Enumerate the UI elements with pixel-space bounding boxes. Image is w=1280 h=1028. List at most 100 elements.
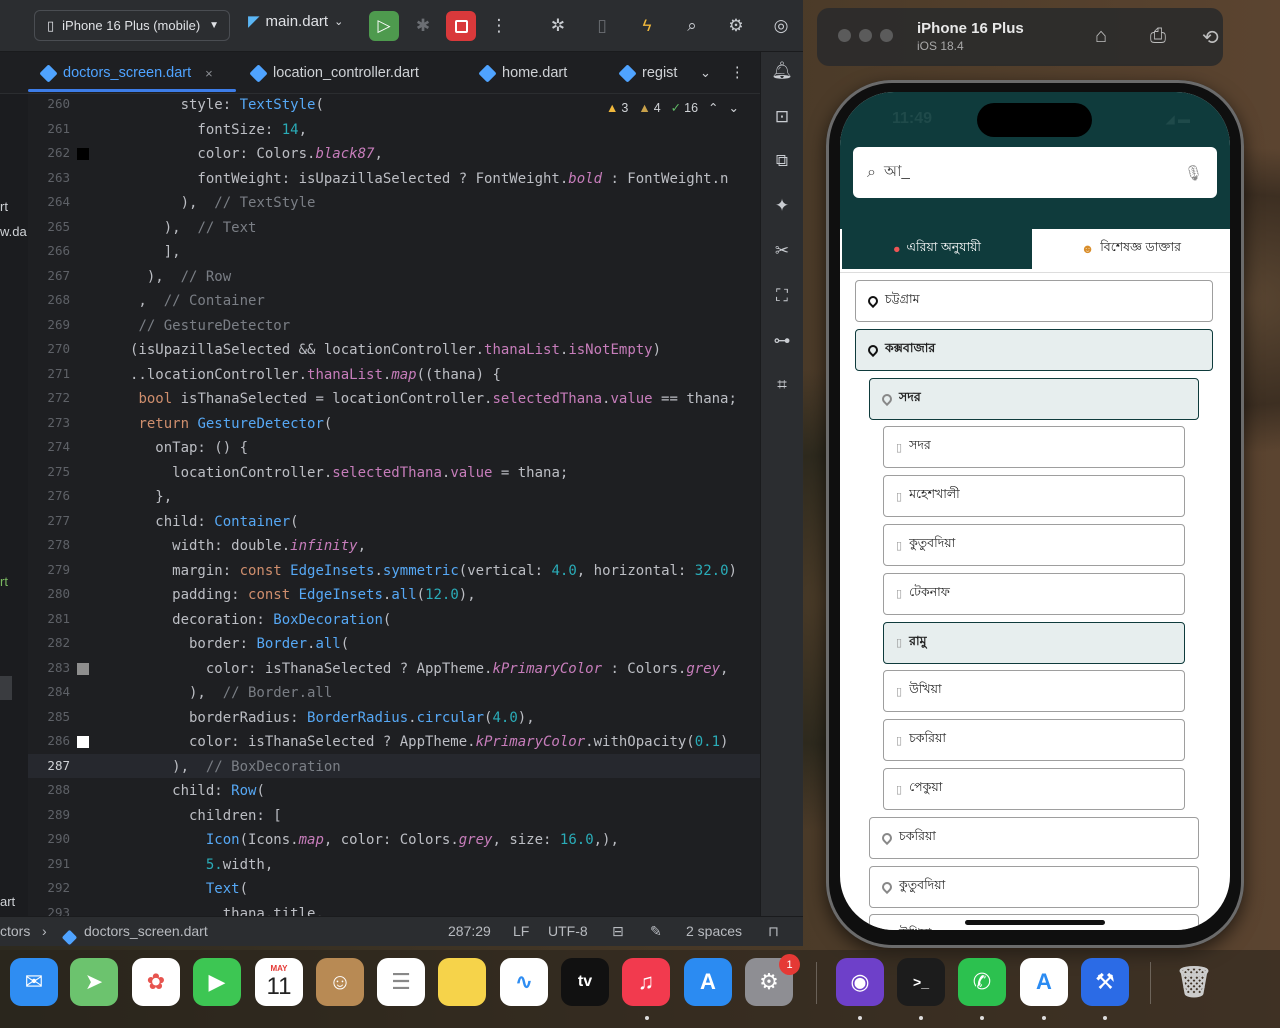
tools-icon[interactable]: ✂: [771, 240, 793, 262]
app-store-icon[interactable]: A: [684, 958, 732, 1006]
xcode-app-icon[interactable]: ⚒: [1081, 958, 1129, 1006]
color-swatch[interactable]: [77, 736, 89, 748]
code-line[interactable]: fontSize: 14,: [130, 121, 307, 145]
inspection-widget[interactable]: ▲ 3 ▲ 4 ✓ 16 ⌃ ⌄: [606, 100, 739, 116]
code-line[interactable]: (isUpazillaSelected && locationControlle…: [130, 341, 661, 365]
breadcrumb-file[interactable]: doctors_screen.dart: [84, 923, 208, 939]
code-editor[interactable]: style: TextStyle( fontSize: 14, color: C…: [130, 94, 760, 916]
mail-app-icon[interactable]: ✉: [10, 958, 58, 1006]
line-separator[interactable]: LF: [513, 923, 529, 939]
thana-item[interactable]: ▯ কুতুবদিয়া: [883, 524, 1185, 566]
tab-regist[interactable]: regist: [618, 52, 677, 94]
xcode-instruments-icon[interactable]: A: [1020, 958, 1068, 1006]
notes-app-icon[interactable]: [438, 958, 486, 1006]
code-line[interactable]: ..locationController.thanaList.map((than…: [130, 366, 501, 390]
window-zoom-button[interactable]: [880, 29, 893, 42]
link-icon[interactable]: ⊶: [771, 330, 793, 352]
cursor-position[interactable]: 287:29: [448, 923, 491, 939]
tv-app-icon[interactable]: tv: [561, 958, 609, 1006]
freeform-app-icon[interactable]: ∿: [500, 958, 548, 1006]
code-line[interactable]: return GestureDetector(: [130, 415, 332, 439]
ai-sparkle-icon[interactable]: ✦: [771, 195, 793, 217]
account-icon[interactable]: ◎: [766, 11, 796, 41]
code-line[interactable]: child: Container(: [130, 513, 298, 537]
district-item[interactable]: কক্সবাজার: [855, 328, 1213, 371]
upazila-item[interactable]: চকরিয়া: [869, 816, 1199, 859]
notifications-icon[interactable]: 🔔︎: [771, 60, 793, 82]
window-close-button[interactable]: [838, 29, 851, 42]
tab-area[interactable]: ● এরিয়া অনুযায়ী: [842, 229, 1032, 269]
tab-doctor[interactable]: ☻ বিশেষজ্ঞ ডাক্তার: [1032, 229, 1230, 269]
github-app-icon[interactable]: ◉: [836, 958, 884, 1006]
device-manager-icon[interactable]: ⛶: [771, 285, 793, 307]
breadcrumb-prefix[interactable]: ctors: [0, 923, 30, 939]
code-line[interactable]: ],: [130, 243, 181, 267]
code-line[interactable]: ), // TextStyle: [130, 194, 316, 218]
trash-icon[interactable]: 🗑︎: [1170, 958, 1218, 1006]
tab-doctors-screen[interactable]: doctors_screen.dart ×: [39, 52, 213, 94]
outline-icon[interactable]: ⧉: [771, 150, 793, 172]
code-line[interactable]: Icon(Icons.map, color: Colors.grey, size…: [130, 831, 619, 855]
code-line[interactable]: // GestureDetector: [130, 317, 290, 341]
code-line[interactable]: ), // Row: [130, 268, 231, 292]
maps-app-icon[interactable]: ➤: [70, 958, 118, 1006]
code-line[interactable]: },: [130, 488, 172, 512]
upazila-item[interactable]: সদর: [869, 377, 1199, 420]
thana-item[interactable]: ▯ চকরিয়া: [883, 719, 1185, 762]
microphone-icon[interactable]: 🎙︎: [1184, 164, 1203, 182]
home-icon[interactable]: ⌂: [1095, 25, 1107, 48]
reader-mode-icon[interactable]: ⊟: [612, 923, 624, 940]
code-line[interactable]: color: Colors.black87,: [130, 145, 382, 169]
hot-reload-icon[interactable]: ϟ: [632, 11, 662, 41]
code-line[interactable]: thana.title,: [130, 905, 324, 917]
debug-icon[interactable]: ✱: [408, 11, 438, 41]
code-line[interactable]: children: [: [130, 807, 282, 831]
code-line[interactable]: margin: const EdgeInsets.symmetric(verti…: [130, 562, 737, 586]
thana-item[interactable]: ▯ সদর: [883, 426, 1185, 469]
screenshot-icon[interactable]: ⎙: [1150, 25, 1166, 48]
photos-app-icon[interactable]: ✿: [132, 958, 180, 1006]
code-style-icon[interactable]: ✎: [650, 923, 662, 940]
search-icon[interactable]: ⌕: [677, 11, 707, 41]
prev-highlight-icon[interactable]: ⌃: [708, 100, 718, 115]
code-line[interactable]: width: double.infinity,: [130, 537, 366, 561]
code-line[interactable]: onTap: () {: [130, 439, 248, 463]
thana-item[interactable]: ▯ টেকনাফ: [883, 572, 1185, 615]
upazila-item[interactable]: কুতুবদিয়া: [869, 865, 1199, 908]
code-line[interactable]: , // Container: [130, 292, 264, 316]
search-input[interactable]: ⌕ আ_ 🎙︎: [853, 147, 1217, 198]
code-line[interactable]: Text(: [130, 880, 248, 904]
code-line[interactable]: ), // BoxDecoration: [130, 758, 341, 782]
bug-icon[interactable]: ✲: [543, 11, 573, 41]
code-line[interactable]: 5.width,: [130, 856, 273, 880]
code-line[interactable]: decoration: BoxDecoration(: [130, 611, 391, 635]
capture-icon[interactable]: ⌗: [771, 374, 793, 396]
thana-item[interactable]: ▯ পেকুয়া: [883, 768, 1185, 810]
indent-setting[interactable]: 2 spaces: [686, 923, 742, 939]
terminal-app-icon[interactable]: >_: [897, 958, 945, 1006]
settings-gear-icon[interactable]: ⚙: [721, 11, 751, 41]
file-encoding[interactable]: UTF-8: [548, 923, 588, 939]
code-line[interactable]: ), // Text: [130, 219, 257, 243]
next-highlight-icon[interactable]: ⌄: [729, 100, 739, 115]
calendar-app-icon[interactable]: MAY 11: [255, 958, 303, 1006]
close-icon[interactable]: ×: [205, 66, 213, 81]
whatsapp-app-icon[interactable]: ✆: [958, 958, 1006, 1006]
code-line[interactable]: bool isThanaSelected = locationControlle…: [130, 390, 736, 414]
district-item[interactable]: চট্টগ্রাম: [855, 280, 1213, 322]
code-line[interactable]: ), // Border.all: [130, 684, 332, 708]
contacts-app-icon[interactable]: ☺: [316, 958, 364, 1006]
thana-item[interactable]: ▯ মহেশখালী: [883, 475, 1185, 518]
rotate-icon[interactable]: ⟲: [1202, 25, 1219, 50]
code-line[interactable]: child: Row(: [130, 782, 265, 806]
thana-item[interactable]: ▯ রামু: [883, 621, 1185, 664]
code-line[interactable]: border: Border.all(: [130, 635, 349, 659]
code-line[interactable]: padding: const EdgeInsets.all(12.0),: [130, 586, 476, 610]
color-swatch[interactable]: [77, 148, 89, 160]
code-line[interactable]: locationController.selectedThana.value =…: [130, 464, 568, 488]
device-mirror-icon[interactable]: ▯: [587, 11, 617, 41]
run-button[interactable]: ▷: [369, 11, 399, 41]
code-line[interactable]: color: isThanaSelected ? AppTheme.kPrima…: [130, 733, 728, 757]
reminders-app-icon[interactable]: ☰: [377, 958, 425, 1006]
code-line[interactable]: color: isThanaSelected ? AppTheme.kPrima…: [130, 660, 729, 684]
